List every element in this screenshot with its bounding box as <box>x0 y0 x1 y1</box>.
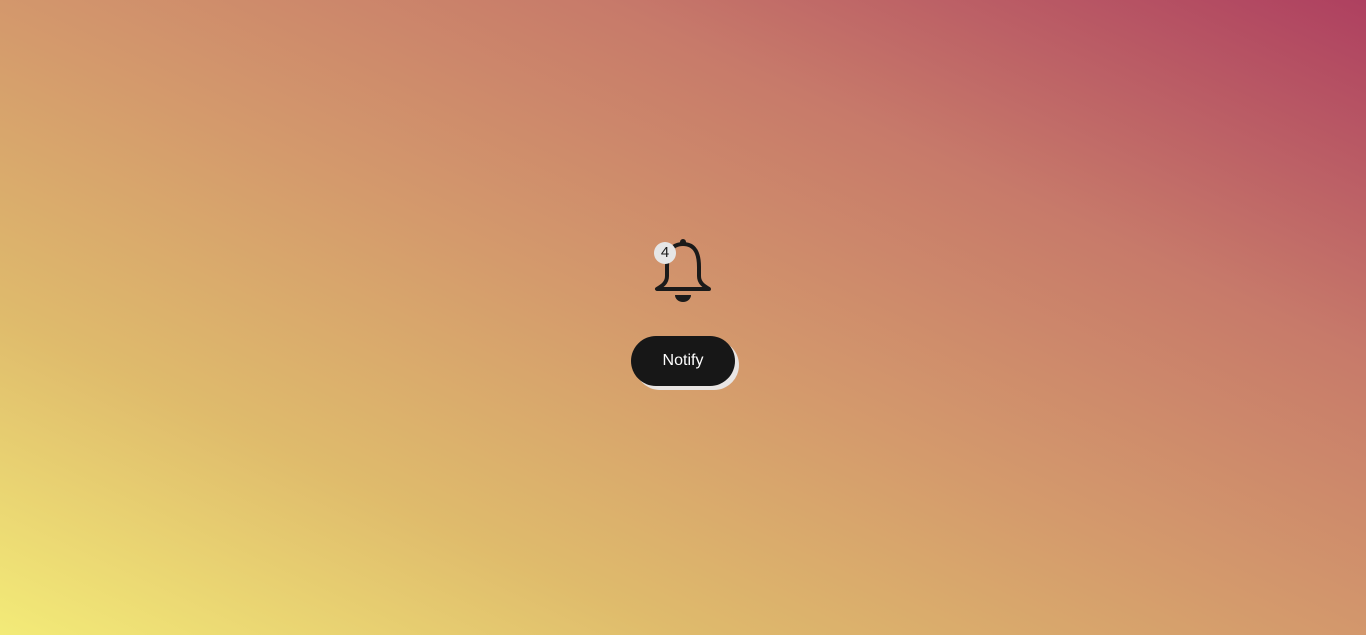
notification-count-badge: 4 <box>654 242 676 264</box>
notify-button[interactable]: Notify <box>631 336 735 386</box>
notification-bell: 4 <box>653 238 713 304</box>
